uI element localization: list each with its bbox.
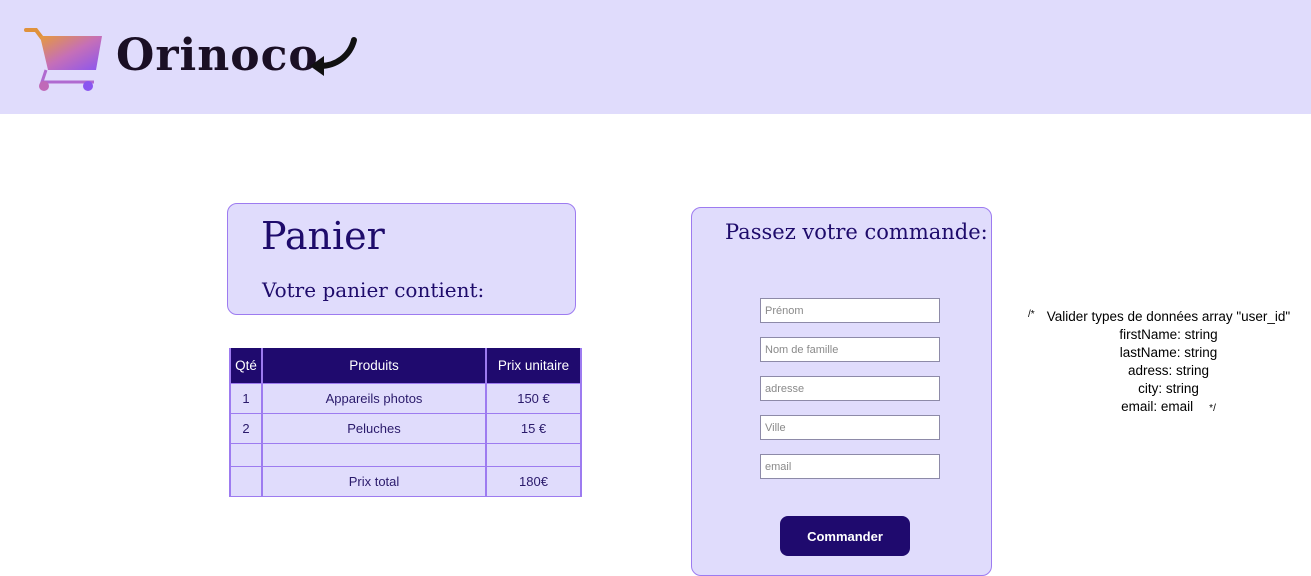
cell-product: Appareils photos — [261, 383, 487, 414]
order-form-card: Passez votre commande: Commander — [691, 207, 992, 576]
comment-line: firstName: string — [1119, 327, 1218, 342]
order-submit-button[interactable]: Commander — [780, 516, 910, 556]
table-row — [229, 443, 582, 467]
table-row: 1 Appareils photos 150 € — [229, 383, 582, 414]
cell-qty: 1 — [229, 383, 263, 414]
cart-subtitle: Votre panier contient: — [262, 278, 485, 302]
column-header-unit-price: Prix unitaire — [485, 348, 582, 384]
cell-empty — [229, 466, 263, 497]
column-header-qty: Qté — [229, 348, 263, 384]
cell-product: Peluches — [261, 413, 487, 444]
shopping-cart-icon[interactable] — [24, 26, 106, 92]
column-header-products: Produits — [261, 348, 487, 384]
email-field[interactable] — [760, 454, 940, 479]
site-header: Orinoco — [0, 0, 1311, 114]
cart-table: Qté Produits Prix unitaire 1 Appareils p… — [229, 348, 582, 497]
cell-qty: 2 — [229, 413, 263, 444]
city-field[interactable] — [760, 415, 940, 440]
curved-back-arrow-icon — [310, 37, 357, 76]
comment-open-marker: /* — [1028, 309, 1035, 320]
cell-price: 15 € — [485, 413, 582, 444]
table-header-row: Qté Produits Prix unitaire — [229, 348, 582, 384]
firstname-field[interactable] — [760, 298, 940, 323]
comment-line: email: email — [1121, 399, 1194, 414]
comment-line: Valider types de données array "user_id" — [1046, 309, 1291, 324]
cell-price — [485, 443, 582, 467]
cart-summary-card: Panier Votre panier contient: — [227, 203, 576, 315]
cart-title: Panier — [261, 214, 385, 258]
validation-comment: /* Valider types de données array "user_… — [1026, 308, 1311, 418]
total-label: Prix total — [261, 466, 487, 497]
address-field[interactable] — [760, 376, 940, 401]
order-form-title: Passez votre commande: — [725, 220, 988, 244]
comment-close-marker: */ — [1209, 403, 1216, 414]
total-value: 180€ — [485, 466, 582, 497]
comment-line-last: email: email */ — [1026, 398, 1311, 418]
table-row: 2 Peluches 15 € — [229, 413, 582, 444]
cell-qty — [229, 443, 263, 467]
comment-line: adress: string — [1127, 363, 1210, 378]
cell-product — [261, 443, 487, 467]
comment-line: lastName: string — [1119, 345, 1218, 360]
lastname-field[interactable] — [760, 337, 940, 362]
brand-logo-text[interactable]: Orinoco — [116, 30, 319, 81]
comment-line: city: string — [1138, 381, 1199, 396]
table-total-row: Prix total 180€ — [229, 466, 582, 497]
cell-price: 150 € — [485, 383, 582, 414]
